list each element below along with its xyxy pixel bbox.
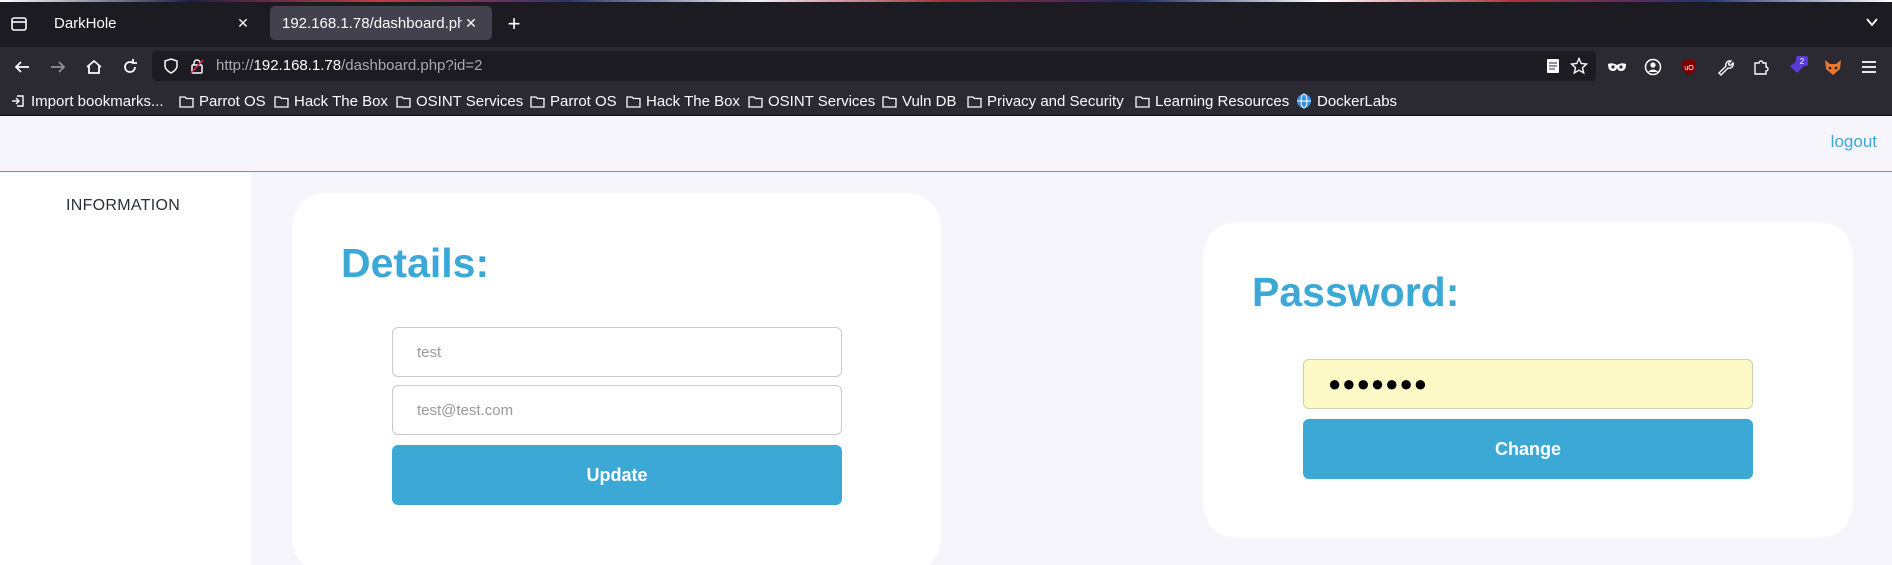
web-page: logout INFORMATION Details: Update Passw… (0, 116, 1892, 565)
home-icon[interactable] (82, 55, 106, 79)
new-tab-button[interactable]: + (502, 11, 526, 36)
bookmark-label: OSINT Services (768, 92, 876, 110)
url-bar[interactable]: http://192.168.1.78/dashboard.php?id=2 (152, 51, 1596, 81)
bookmark-label: Parrot OS (199, 92, 266, 110)
bookmark-label: Learning Resources (1155, 92, 1290, 110)
url-host: 192.168.1.78 (253, 57, 342, 74)
tab-dashboard[interactable]: 192.168.1.78/dashboard.php?id=2 ✕ (270, 6, 492, 40)
bookmark-folder-privacy-and-security[interactable]: Privacy and Security (966, 91, 1124, 111)
tab-title: DarkHole (54, 14, 117, 32)
url-path: /dashboard.php?id=2 (341, 57, 483, 74)
svg-text:uO: uO (1684, 65, 1694, 72)
folder-icon (625, 93, 641, 109)
reload-icon[interactable] (118, 55, 142, 79)
wrench-icon[interactable] (1713, 55, 1737, 79)
bookmark-label: Hack The Box (646, 92, 740, 110)
extension-badge-icon[interactable]: 2 (1785, 55, 1809, 79)
extensions-puzzle-icon[interactable] (1749, 55, 1773, 79)
tab-darkhole[interactable]: DarkHole ✕ (42, 6, 264, 40)
bookmark-folder-learning-resources[interactable]: Learning Resources (1134, 91, 1289, 111)
folder-icon (1134, 93, 1150, 109)
bookmark-folder-vuln-db[interactable]: Vuln DB (881, 91, 956, 111)
bookmark-label: Privacy and Security (987, 92, 1124, 110)
browser-navbar: http://192.168.1.78/dashboard.php?id=2 u… (0, 47, 1892, 85)
folder-icon (273, 93, 289, 109)
bookmark-label: DockerLabs (1317, 92, 1398, 110)
tabbar-background-art (0, 0, 1892, 2)
details-title: Details: (341, 240, 490, 286)
logout-link[interactable]: logout (1831, 132, 1877, 152)
details-card: Details: Update (292, 193, 941, 565)
shield-icon[interactable] (162, 57, 180, 75)
insecure-lock-icon[interactable] (188, 57, 206, 75)
bookmarks-toolbar: Import bookmarks... Parrot OS Hack The B… (0, 85, 1892, 116)
folder-icon (881, 93, 897, 109)
sidebar: INFORMATION (0, 173, 251, 565)
extension-badge-count: 2 (1800, 57, 1805, 66)
tab-title: 192.168.1.78/dashboard.php?id=2 (282, 14, 462, 32)
chevron-down-icon[interactable] (1864, 14, 1880, 34)
password-field[interactable]: ●●●●●●● (1303, 359, 1753, 409)
bookmark-label: Vuln DB (902, 92, 957, 110)
update-button[interactable]: Update (392, 445, 842, 505)
bookmark-label: Import bookmarks... (31, 92, 164, 110)
bookmark-label: Hack The Box (294, 92, 388, 110)
url-prefix: http:// (216, 57, 254, 74)
folder-icon (747, 93, 763, 109)
close-icon[interactable]: ✕ (234, 14, 252, 32)
folder-icon (178, 93, 194, 109)
star-icon[interactable] (1570, 57, 1588, 75)
bookmark-label: OSINT Services (416, 92, 524, 110)
page-header: logout (0, 116, 1892, 172)
browser-tabbar: DarkHole ✕ 192.168.1.78/dashboard.php?id… (0, 0, 1892, 47)
email-field[interactable] (392, 385, 842, 435)
username-field[interactable] (392, 327, 842, 377)
url-text[interactable]: http://192.168.1.78/dashboard.php?id=2 (216, 57, 483, 74)
ublock-icon[interactable]: uO (1677, 55, 1701, 79)
mask-icon[interactable] (1605, 55, 1629, 79)
globe-icon (1296, 93, 1312, 109)
firefox-view-icon[interactable] (8, 13, 30, 35)
bookmark-import[interactable]: Import bookmarks... (10, 91, 164, 111)
folder-icon (966, 93, 982, 109)
bookmark-folder-osint-services[interactable]: OSINT Services (395, 91, 523, 111)
bookmark-folder-parrot-os-2[interactable]: Parrot OS (529, 91, 617, 111)
forward-arrow-icon[interactable] (46, 55, 70, 79)
bookmark-folder-hack-the-box[interactable]: Hack The Box (273, 91, 388, 111)
change-button[interactable]: Change (1303, 419, 1753, 479)
account-icon[interactable] (1641, 55, 1665, 79)
password-card: Password: ●●●●●●● Change (1203, 222, 1853, 538)
import-icon (10, 93, 26, 109)
bookmark-label: Parrot OS (550, 92, 617, 110)
close-icon[interactable]: ✕ (462, 14, 480, 32)
sidebar-item-information[interactable]: INFORMATION (66, 197, 180, 215)
fox-extension-icon[interactable] (1821, 55, 1845, 79)
password-title: Password: (1252, 269, 1460, 315)
folder-icon (529, 93, 545, 109)
reader-view-icon[interactable] (1544, 57, 1562, 75)
folder-icon (395, 93, 411, 109)
back-arrow-icon[interactable] (10, 55, 34, 79)
bookmark-dockerlabs[interactable]: DockerLabs (1296, 91, 1397, 111)
hamburger-menu-icon[interactable] (1857, 55, 1881, 79)
bookmark-folder-parrot-os[interactable]: Parrot OS (178, 91, 266, 111)
bookmark-folder-osint-services-2[interactable]: OSINT Services (747, 91, 875, 111)
bookmark-folder-hack-the-box-2[interactable]: Hack The Box (625, 91, 740, 111)
